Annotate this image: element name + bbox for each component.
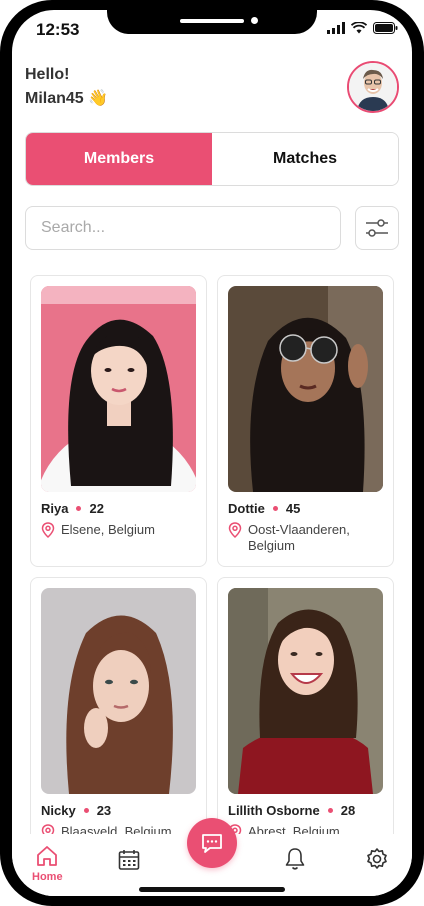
username: Milan45: [25, 90, 84, 107]
member-location: Elsene, Belgium: [41, 522, 155, 538]
member-photo: [228, 286, 383, 492]
member-name-age: Dottie 45: [228, 501, 300, 516]
gear-icon: [367, 848, 387, 869]
wifi-icon: [351, 22, 367, 34]
search-input[interactable]: [25, 206, 341, 250]
status-icons: [327, 22, 398, 34]
user-avatar-icon: [349, 63, 397, 111]
tab-members[interactable]: Members: [26, 133, 212, 185]
member-card[interactable]: Riya 22 Elsene, Belgium: [30, 275, 207, 567]
member-location: Oost-Vlaanderen, Belgium: [228, 522, 378, 554]
member-card[interactable]: Nicky 23 Blaasveld, Belgium: [30, 577, 207, 835]
nav-notifications[interactable]: [283, 846, 307, 872]
location-pin-icon: [228, 522, 242, 538]
member-age: 23: [96, 803, 112, 818]
status-time: 12:53: [36, 20, 80, 39]
greeting-username-line: Milan45 👋: [25, 87, 108, 111]
notch: [107, 10, 317, 34]
location-pin-icon: [41, 522, 55, 538]
sliders-icon: [366, 219, 388, 237]
member-photo: [41, 588, 196, 794]
greeting: Hello! Milan45 👋: [25, 63, 108, 111]
separator-dot: [76, 506, 82, 511]
member-photo: [41, 286, 196, 492]
filter-button[interactable]: [355, 206, 399, 250]
nav-settings[interactable]: [365, 847, 389, 871]
chat-icon: [202, 834, 222, 853]
member-card[interactable]: Lillith Osborne 28 Abrest, Belgium: [217, 577, 394, 835]
member-photo: [228, 588, 383, 794]
member-card[interactable]: Dottie 45 Oost-Vlaanderen, Belgium: [217, 275, 394, 567]
segment-tabs: Members Matches: [25, 132, 399, 186]
member-age: 28: [340, 803, 356, 818]
profile-avatar[interactable]: [347, 61, 399, 113]
speaker: [180, 19, 244, 23]
member-age: 22: [89, 501, 104, 516]
calendar-icon: [118, 850, 140, 870]
member-name-age: Lillith Osborne 28: [228, 803, 355, 818]
member-name-age: Nicky 23: [41, 803, 111, 818]
bell-icon: [285, 848, 305, 870]
battery-icon: [373, 22, 398, 34]
members-grid: Riya 22 Elsene, Belgium Dottie 45 Oost-V…: [30, 275, 396, 835]
nav-home-label: Home: [32, 871, 63, 883]
app-screen: 12:53 Hello! Milan45 👋 Members Matches S…: [12, 10, 412, 896]
camera: [251, 17, 258, 24]
chat-fab-button[interactable]: [187, 818, 237, 868]
member-location-text: Elsene, Belgium: [61, 522, 155, 537]
nav-calendar[interactable]: [117, 848, 141, 872]
member-location-text: Oost-Vlaanderen, Belgium: [248, 522, 350, 553]
separator-dot: [327, 808, 333, 813]
tab-matches[interactable]: Matches: [212, 133, 398, 185]
member-name: Riya: [41, 501, 69, 516]
separator-dot: [272, 506, 278, 511]
home-icon: [37, 846, 58, 866]
member-name: Nicky: [41, 803, 76, 818]
phone-frame: 12:53 Hello! Milan45 👋 Members Matches S…: [0, 0, 424, 906]
signal-icon: [327, 22, 345, 34]
member-name: Dottie: [228, 501, 265, 516]
member-age: 45: [285, 501, 301, 516]
wave-emoji: 👋: [88, 90, 109, 107]
member-name: Lillith Osborne: [228, 803, 320, 818]
home-indicator: [139, 887, 285, 892]
separator-dot: [83, 808, 89, 813]
greeting-hello: Hello!: [25, 66, 70, 83]
nav-home[interactable]: Home: [32, 844, 63, 883]
member-name-age: Riya 22: [41, 501, 104, 516]
